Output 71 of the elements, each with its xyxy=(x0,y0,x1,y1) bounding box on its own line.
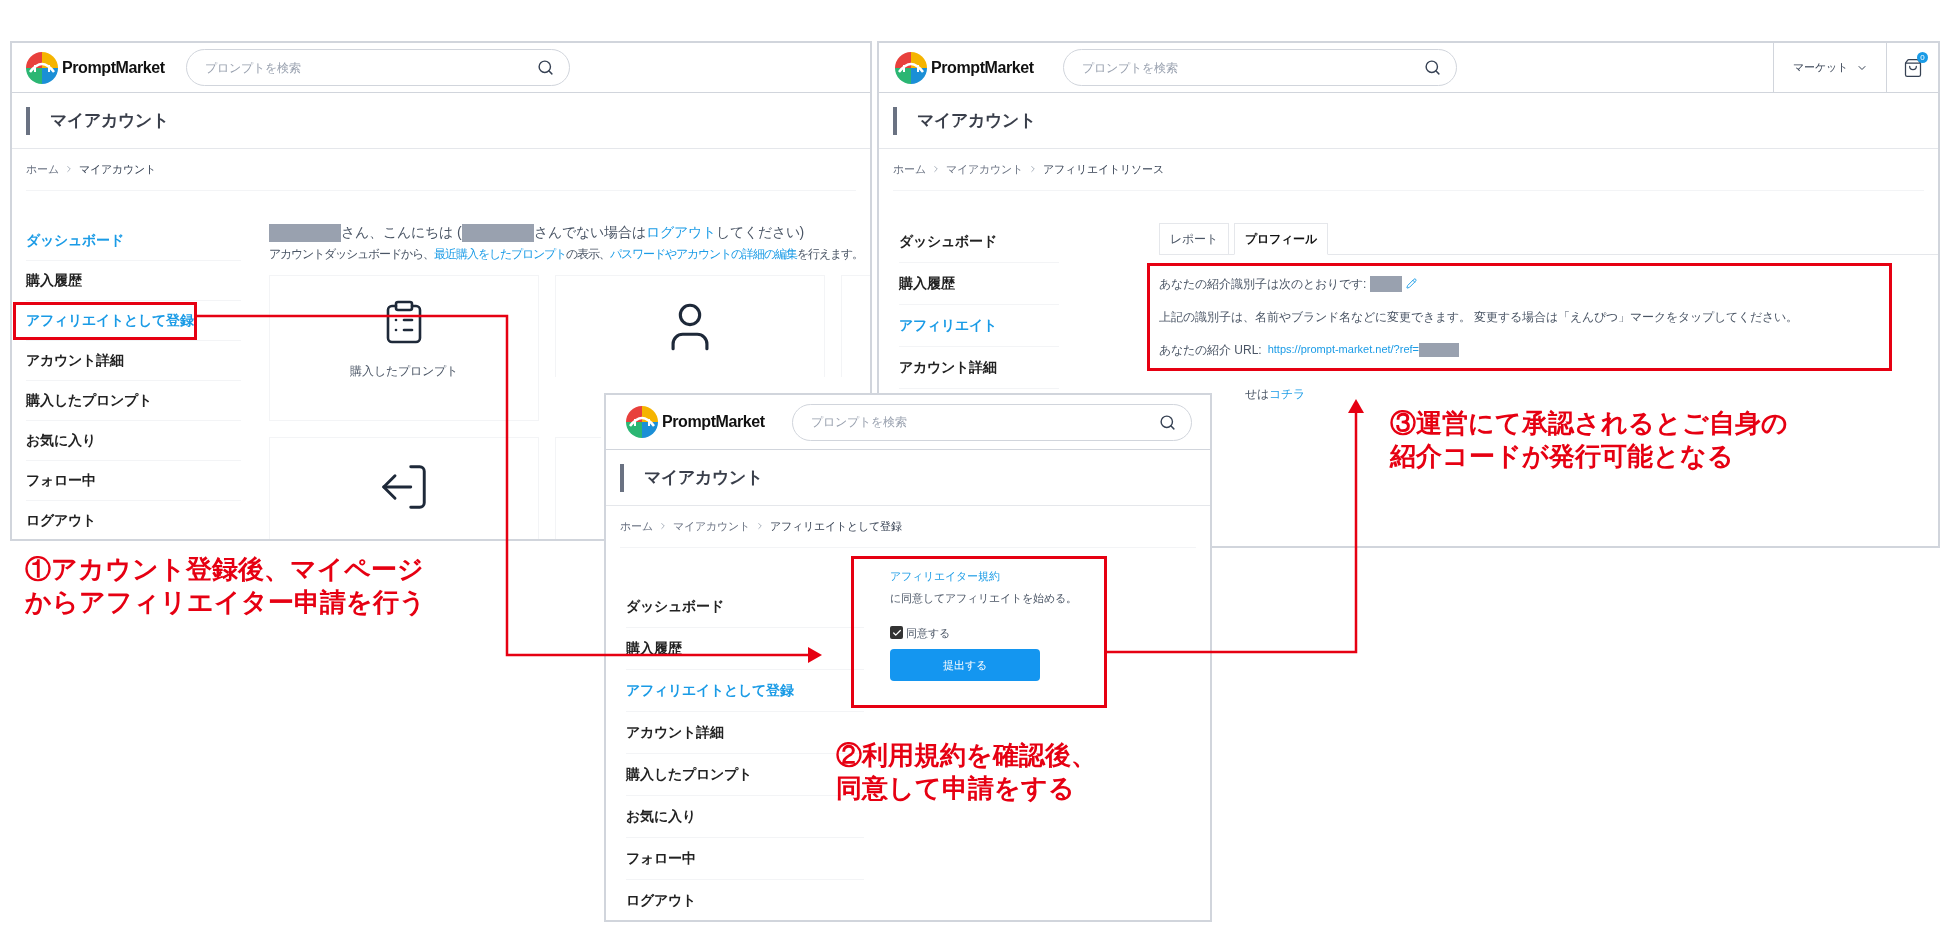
redacted-block xyxy=(1370,275,1403,292)
sidebar-item[interactable]: アカウント詳細 xyxy=(26,349,124,371)
annotation-text: ①アカウント登録後、マイページ からアフィリエイター申請を行う xyxy=(25,553,426,619)
title-bar-accent xyxy=(620,463,624,492)
note-text: 上記の識別子は、名前やブランド名などに変更できます。 変更する場合は「えんぴつ」マークをタップしてください。 xyxy=(1159,308,1800,326)
url-label: あなたの紹介 URL: xyxy=(1159,341,1262,359)
search-icon[interactable] xyxy=(1424,59,1441,76)
search-field[interactable]: プロンプトを検索 xyxy=(792,403,1192,441)
breadcrumb-item: アフィリエイトとして登録 xyxy=(770,519,902,534)
card-label: 購入したプロンプト xyxy=(350,362,458,380)
title-bar-accent xyxy=(26,106,30,135)
redacted-block xyxy=(1419,342,1459,357)
sidebar-item[interactable]: お気に入り xyxy=(26,429,96,451)
annotation-text: ③運営にて承認されるとご自身の 紹介コードが発行可能となる xyxy=(1390,407,1788,473)
dashboard-card[interactable]: 購入したプロンプト xyxy=(269,274,539,421)
page-title: マイアカウント xyxy=(917,109,1036,132)
sidebar-item[interactable]: 購入したプロンプト xyxy=(626,763,752,785)
sidebar-item[interactable]: アカウント詳細 xyxy=(626,721,724,743)
breadcrumb-item[interactable]: マイアカウント xyxy=(946,161,1023,178)
page-title: マイアカウント xyxy=(644,466,763,489)
chevron-right-icon xyxy=(64,164,74,175)
page-title: マイアカウント xyxy=(50,109,169,132)
breadcrumb-item[interactable]: ホーム xyxy=(26,161,59,178)
sidebar-item[interactable]: フォロー中 xyxy=(626,847,696,869)
paragraph: アカウントダッシュボードから、最近購入をしたプロンプトの表示、パスワードやアカウントの詳細の編集を行えます。 xyxy=(269,245,863,263)
logo-text[interactable]: PromptMarket xyxy=(62,55,165,80)
dashboard-card[interactable] xyxy=(269,436,539,539)
sidebar-item[interactable]: 購入履歴 xyxy=(26,269,82,291)
title-bar-accent xyxy=(893,106,897,135)
tab[interactable]: レポート xyxy=(1159,222,1229,255)
check-icon xyxy=(891,627,902,638)
redacted-block xyxy=(269,223,341,242)
sidebar-item[interactable]: フォロー中 xyxy=(26,469,96,491)
breadcrumb-item: マイアカウント xyxy=(79,162,156,177)
checkbox-label: 同意する xyxy=(906,625,950,641)
chevron-right-icon xyxy=(931,164,941,175)
breadcrumb-item[interactable]: マイアカウント xyxy=(673,518,750,535)
paragraph: さん、こんにちは ( さんでない場合は ログアウト してください) xyxy=(269,220,870,243)
market-dropdown[interactable]: マーケット xyxy=(1773,43,1886,92)
referral-id-text: あなたの紹介識別子は次のとおりです: xyxy=(1159,275,1367,293)
terms-text: に同意してアフィリエイトを始める。 xyxy=(890,591,1077,606)
chevron-right-icon xyxy=(1028,164,1038,175)
breadcrumb-item[interactable]: ホーム xyxy=(620,518,653,535)
logo-icon xyxy=(26,51,58,84)
cart-badge: 0 xyxy=(1917,52,1928,63)
sidebar-item[interactable]: 購入履歴 xyxy=(899,272,955,294)
sidebar-item[interactable]: アカウント詳細 xyxy=(899,356,997,378)
logo-text[interactable]: PromptMarket xyxy=(931,55,1034,80)
tab[interactable]: プロフィール xyxy=(1234,222,1328,255)
logo-icon xyxy=(626,406,658,438)
chevron-right-icon xyxy=(658,521,668,532)
bag-icon xyxy=(1902,57,1923,78)
sidebar-item[interactable]: ログアウト xyxy=(626,889,696,911)
sidebar-item[interactable]: ダッシュボード xyxy=(899,230,997,252)
search-field[interactable]: プロンプトを検索 xyxy=(186,49,570,86)
sidebar-item[interactable]: ログアウト xyxy=(26,509,96,531)
search-icon[interactable] xyxy=(1159,413,1176,431)
search-field[interactable]: プロンプトを検索 xyxy=(1063,49,1457,86)
search-icon[interactable] xyxy=(537,59,554,76)
sidebar-item[interactable]: ダッシュボード xyxy=(626,595,724,617)
sidebar-item[interactable]: お気に入り xyxy=(626,805,696,827)
chevron-right-icon xyxy=(755,521,765,532)
logo-text[interactable]: PromptMarket xyxy=(662,410,765,434)
breadcrumb-item[interactable]: ホーム xyxy=(893,161,926,178)
contact-text: せは コチラ xyxy=(1245,385,1306,403)
breadcrumb-item: アフィリエイトリソース xyxy=(1043,162,1164,177)
pencil-icon[interactable] xyxy=(1406,278,1418,289)
sidebar-item[interactable]: 購入したプロンプト xyxy=(26,389,152,411)
annotation-text: ②利用規約を確認後、 同意して申請をする xyxy=(836,739,1097,805)
logo-icon xyxy=(895,51,927,84)
agree-checkbox[interactable] xyxy=(890,626,903,640)
